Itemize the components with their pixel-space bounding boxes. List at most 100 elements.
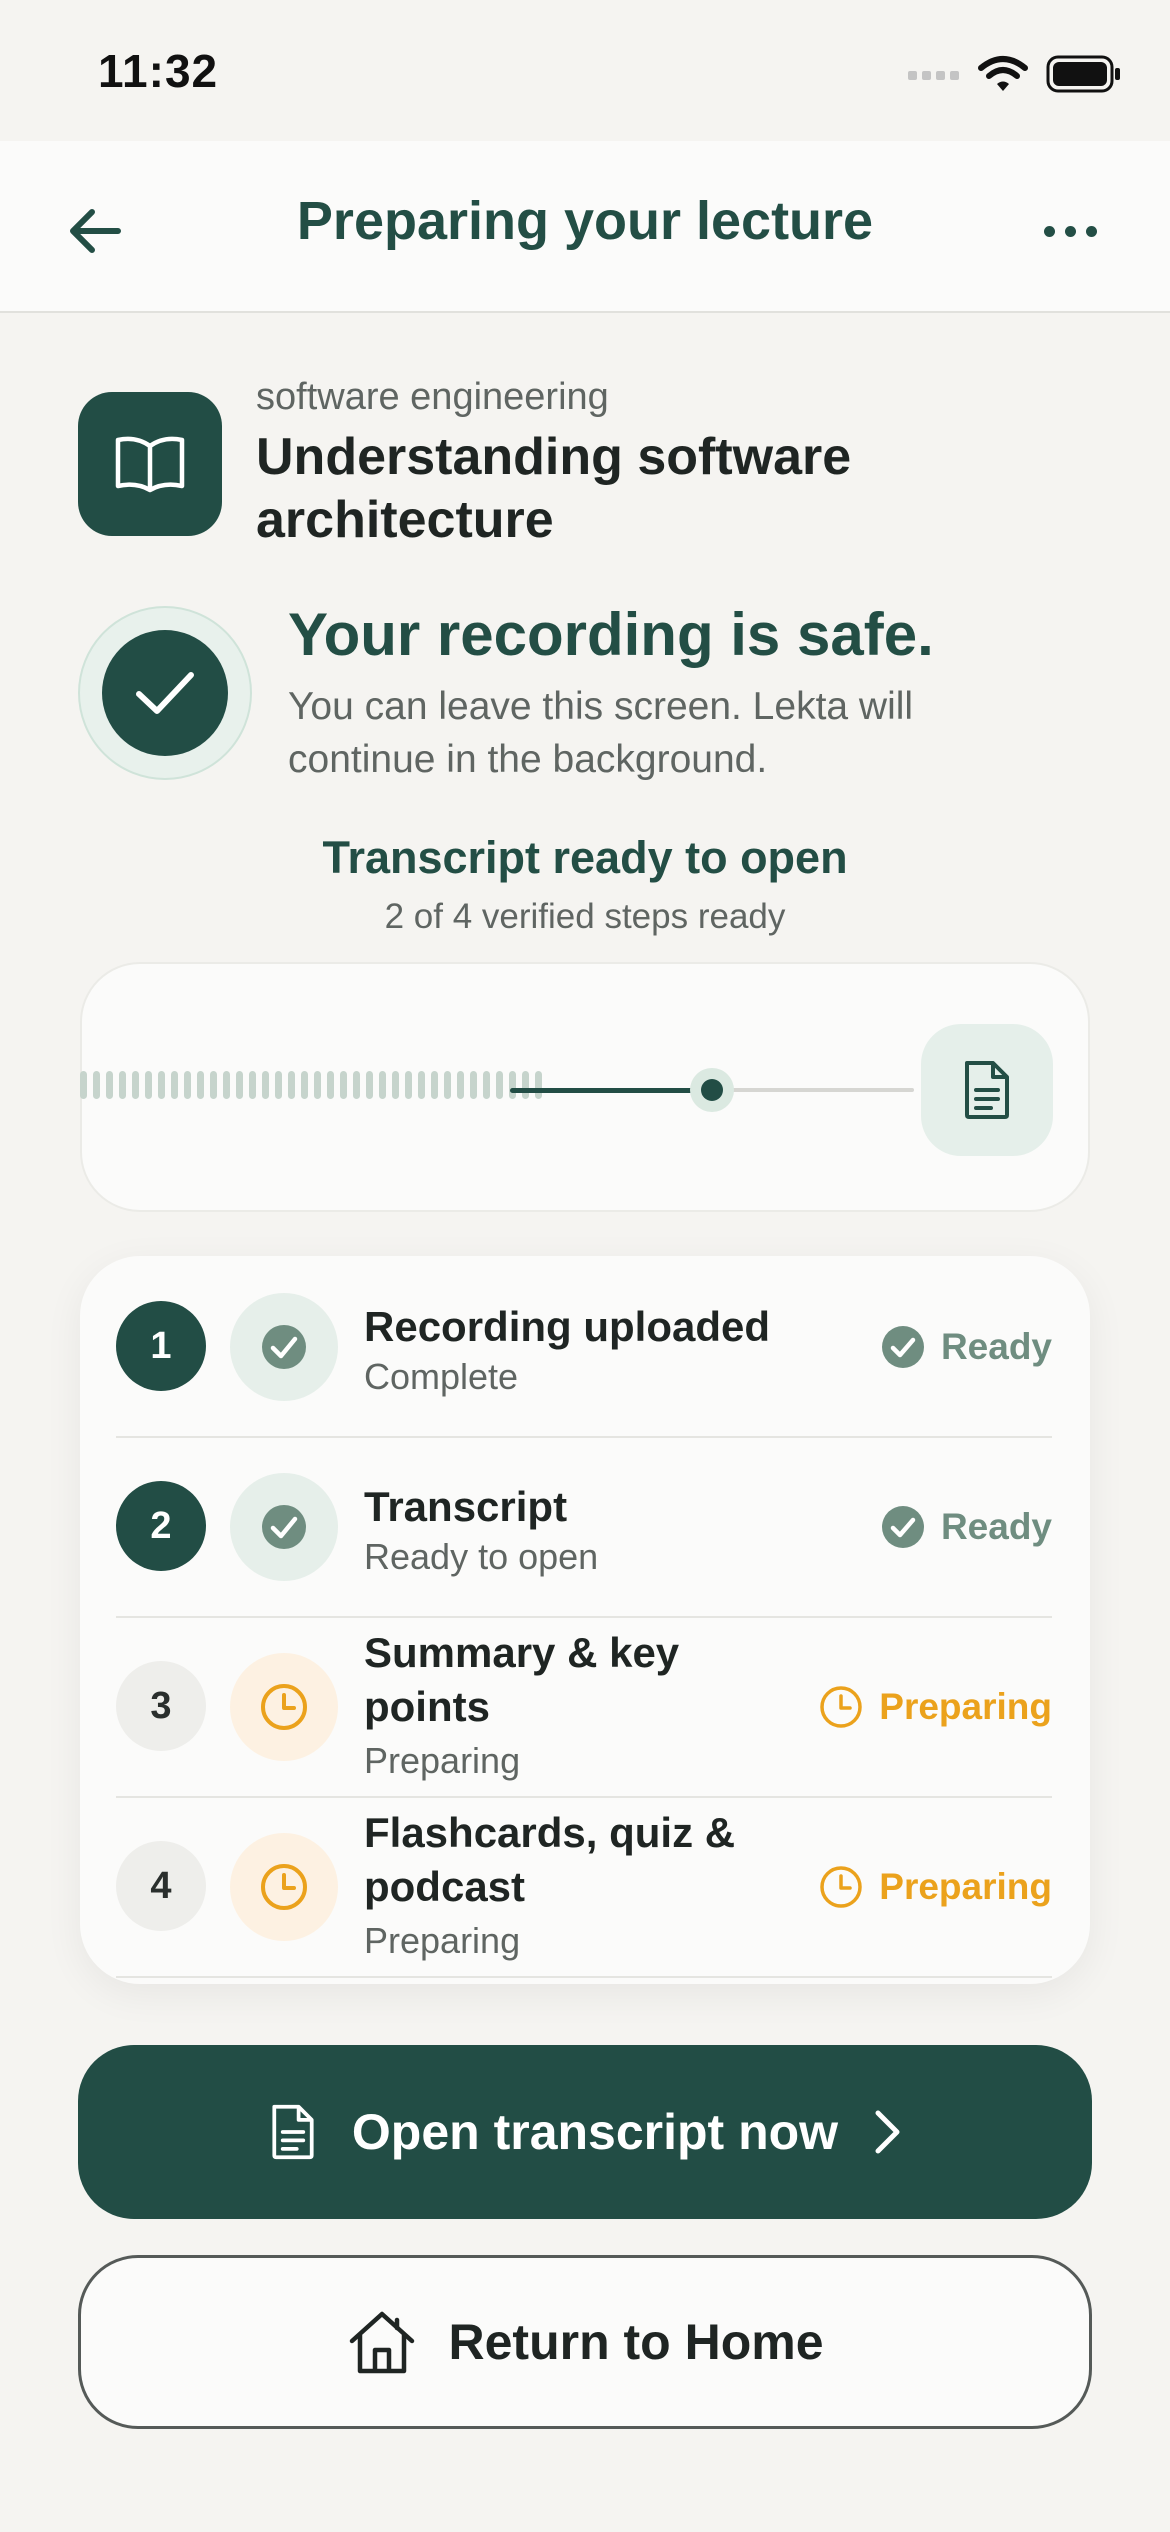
- book-open-icon: [115, 436, 185, 493]
- waveform-bar: [262, 1071, 269, 1099]
- waveform-bar: [353, 1071, 360, 1099]
- waveform-bar: [327, 1071, 334, 1099]
- waveform-bar: [301, 1071, 308, 1099]
- open-transcript-label: Open transcript now: [351, 2104, 839, 2160]
- waveform-bar: [223, 1071, 230, 1099]
- waveform-bar: [197, 1071, 204, 1099]
- status-time: 11:32: [98, 45, 219, 97]
- waveform-bar: [379, 1071, 386, 1099]
- steps-list: 1 Recording uploaded Complete Ready 2 Tr…: [80, 1256, 1090, 1984]
- waveform-bar: [93, 1071, 100, 1099]
- open-transcript-button[interactable]: Open transcript now: [78, 2045, 1092, 2219]
- waveform-bar: [171, 1071, 178, 1099]
- step-row: 1 Recording uploaded Complete Ready: [116, 1256, 1052, 1438]
- waveform-bar: [132, 1071, 139, 1099]
- waveform-bar: [405, 1071, 412, 1099]
- step-number: 1: [116, 1301, 206, 1391]
- waveform-bar: [392, 1071, 399, 1099]
- waveform-bar: [80, 1071, 87, 1099]
- transcript-status-title: Transcript ready to open: [322, 832, 848, 883]
- waveform-bar: [210, 1071, 217, 1099]
- waveform-bar: [236, 1071, 243, 1099]
- step-title: Summary & key points: [364, 1629, 680, 1730]
- waveform-bar: [249, 1071, 256, 1099]
- step-clock-icon: [230, 1653, 338, 1761]
- step-check-icon: [230, 1293, 338, 1401]
- step-check-icon: [230, 1473, 338, 1581]
- step-title: Recording uploaded: [364, 1303, 771, 1350]
- waveform-bar: [535, 1071, 542, 1099]
- progress-line-complete: [510, 1088, 712, 1093]
- safe-status-badge: [78, 606, 252, 780]
- waveform-bar: [340, 1071, 347, 1099]
- step-title: Flashcards, quiz & podcast: [364, 1809, 736, 1910]
- return-home-label: Return to Home: [448, 2314, 824, 2370]
- lecture-book-tile: [78, 392, 222, 536]
- waveform-bar: [184, 1071, 191, 1099]
- step-row: 4 Flashcards, quiz & podcast Preparing P…: [116, 1796, 1052, 1978]
- waveform-bar: [119, 1071, 126, 1099]
- page-title: Preparing your lecture: [296, 191, 874, 251]
- clock-icon: [820, 1866, 863, 1908]
- step-row: 2 Transcript Ready to open Ready: [116, 1436, 1052, 1618]
- lecture-title: Understanding software architecture: [256, 428, 852, 549]
- wifi-icon: [978, 56, 1028, 91]
- step-status-label: Ready: [940, 1506, 1052, 1547]
- status-indicators: [908, 50, 1122, 98]
- back-button[interactable]: [60, 196, 130, 266]
- step-subtitle: Complete: [364, 1356, 519, 1397]
- check-circle-icon: [881, 1506, 924, 1548]
- waveform-bar: [158, 1071, 165, 1099]
- step-clock-icon: [230, 1833, 338, 1941]
- step-subtitle: Preparing: [364, 1920, 521, 1961]
- clock-icon: [820, 1686, 863, 1728]
- step-subtitle: Ready to open: [364, 1536, 599, 1577]
- step-status: Ready: [881, 1504, 1052, 1550]
- step-status-label: Preparing: [879, 1866, 1052, 1907]
- signal-icon: [908, 71, 959, 80]
- home-icon: [349, 2311, 414, 2374]
- more-button[interactable]: [1030, 196, 1110, 266]
- waveform-bar: [145, 1071, 152, 1099]
- waveform-bar: [470, 1071, 477, 1099]
- ellipsis-icon: [1043, 225, 1055, 237]
- waveform-bar: [106, 1071, 113, 1099]
- waveform-bar: [431, 1071, 438, 1099]
- waveform-bar: [366, 1071, 373, 1099]
- progress-line-remaining: [712, 1088, 914, 1092]
- check-circle-icon: [881, 1326, 924, 1368]
- step-status: Preparing: [819, 1864, 1052, 1910]
- step-row: 3 Summary & key points Preparing Prepari…: [116, 1616, 1052, 1798]
- waveform-bar: [483, 1071, 490, 1099]
- safe-title: Your recording is safe.: [288, 601, 934, 668]
- document-icon: [272, 2104, 314, 2160]
- document-icon: [965, 1061, 1009, 1119]
- waveform-bar: [496, 1071, 503, 1099]
- waveform-bar: [457, 1071, 464, 1099]
- waveform-bar: [509, 1071, 516, 1099]
- waveform-bar: [314, 1071, 321, 1099]
- checkmark-icon: [136, 672, 194, 714]
- safe-description: You can leave this screen. Lekta will co…: [288, 685, 914, 781]
- audio-waveform: [80, 1070, 542, 1100]
- chevron-right-icon: [875, 2110, 900, 2154]
- return-home-button[interactable]: Return to Home: [78, 2255, 1092, 2429]
- step-title: Transcript: [364, 1483, 568, 1530]
- battery-icon: [1046, 55, 1120, 93]
- waveform-bar: [418, 1071, 425, 1099]
- step-status: Preparing: [819, 1684, 1052, 1730]
- step-number: 2: [116, 1481, 206, 1571]
- step-status-label: Preparing: [879, 1686, 1052, 1727]
- transcript-document-tile[interactable]: [921, 1024, 1053, 1156]
- waveform-bar: [275, 1071, 282, 1099]
- step-number: 3: [116, 1661, 206, 1751]
- arrow-left-icon: [70, 209, 121, 253]
- waveform-bar: [522, 1071, 529, 1099]
- waveform-bar: [288, 1071, 295, 1099]
- transcript-status-subtitle: 2 of 4 verified steps ready: [384, 897, 786, 936]
- waveform-bar: [444, 1071, 451, 1099]
- step-status: Ready: [881, 1324, 1052, 1370]
- step-number: 4: [116, 1841, 206, 1931]
- progress-marker: [690, 1068, 734, 1112]
- step-subtitle: Preparing: [364, 1740, 521, 1781]
